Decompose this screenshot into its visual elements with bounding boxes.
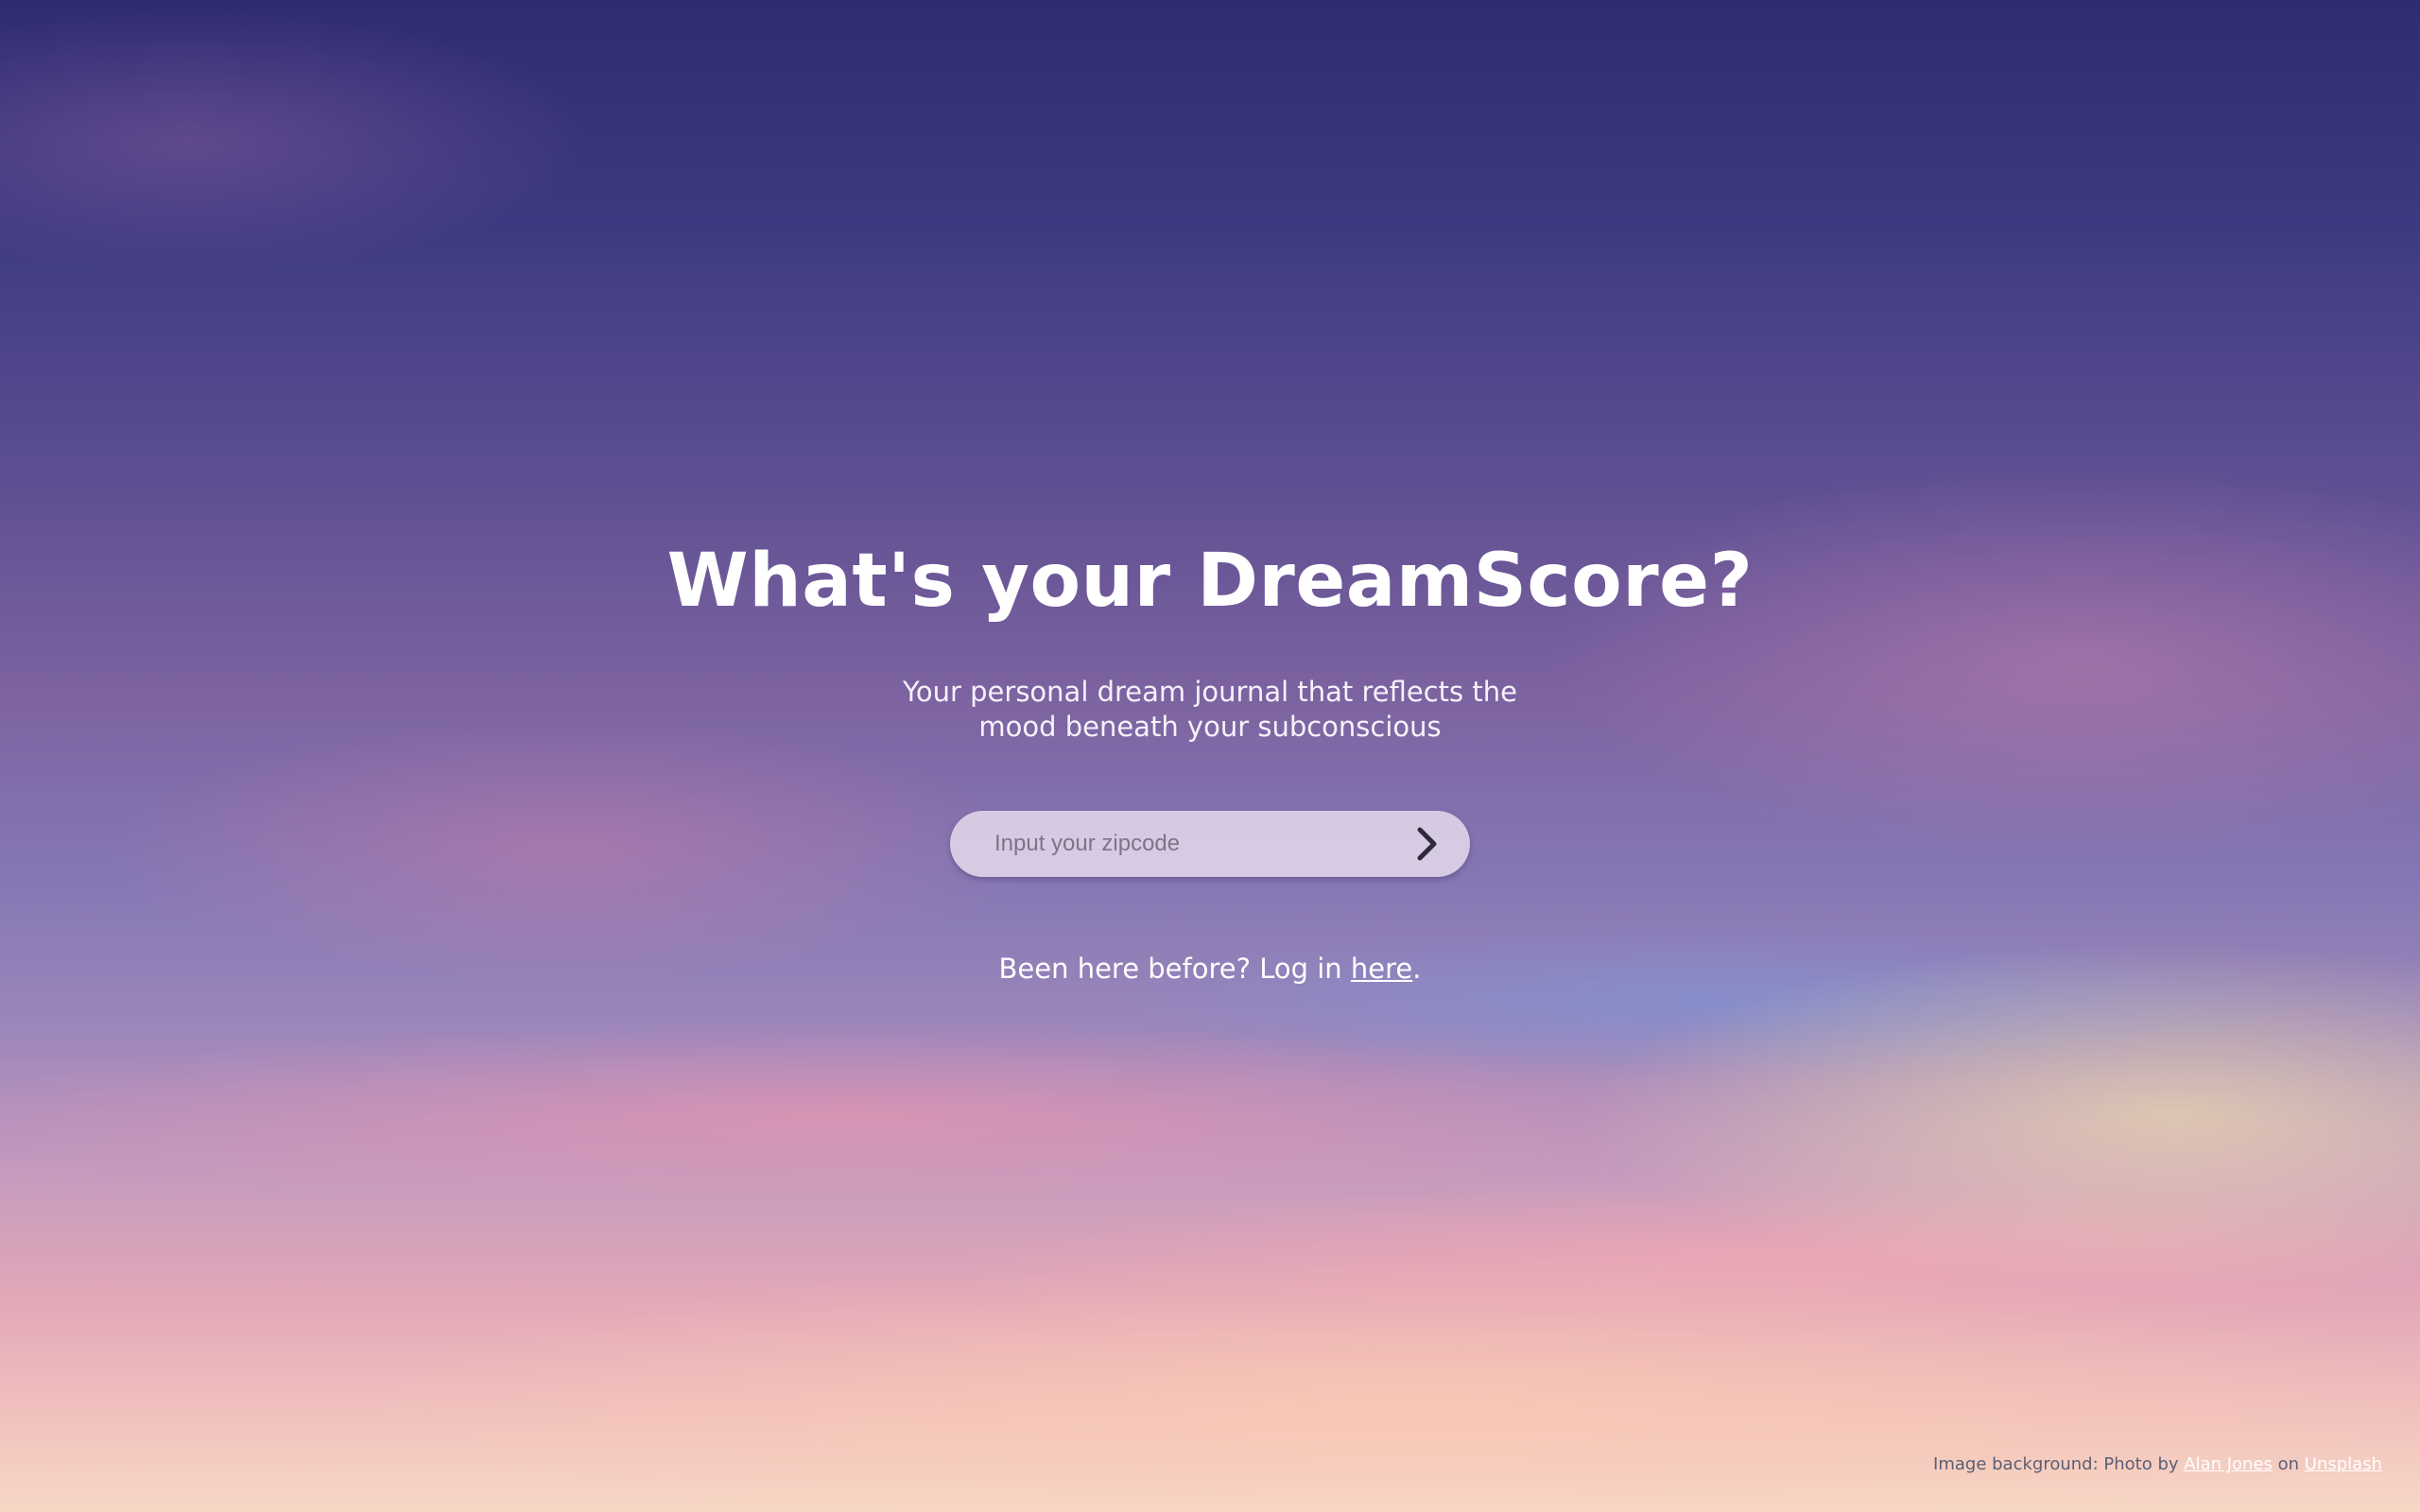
subtitle-line-2: mood beneath your subconscious: [978, 711, 1442, 743]
subtitle-line-1: Your personal dream journal that reflect…: [903, 676, 1517, 708]
login-suffix: .: [1412, 953, 1422, 985]
credit-source-link[interactable]: Unsplash: [2305, 1454, 2382, 1474]
credit-middle: on: [2272, 1454, 2305, 1474]
login-prompt: Been here before? Log in here.: [0, 953, 2420, 985]
credit-author-link[interactable]: Alan Jones: [2184, 1454, 2273, 1474]
zipcode-input[interactable]: [950, 811, 1385, 877]
login-prefix: Been here before? Log in: [998, 953, 1351, 985]
chevron-right-icon: [1417, 827, 1437, 861]
zipcode-form: [950, 811, 1470, 877]
hero-section: What's your DreamScore? Your personal dr…: [0, 529, 2420, 985]
image-credit: Image background: Photo by Alan Jones on…: [1933, 1454, 2382, 1474]
submit-zipcode-button[interactable]: [1404, 820, 1451, 868]
credit-prefix: Image background: Photo by: [1933, 1454, 2185, 1474]
page-subtitle: Your personal dream journal that reflect…: [879, 675, 1541, 745]
login-link[interactable]: here: [1351, 953, 1412, 985]
page-title: What's your DreamScore?: [666, 539, 1754, 624]
